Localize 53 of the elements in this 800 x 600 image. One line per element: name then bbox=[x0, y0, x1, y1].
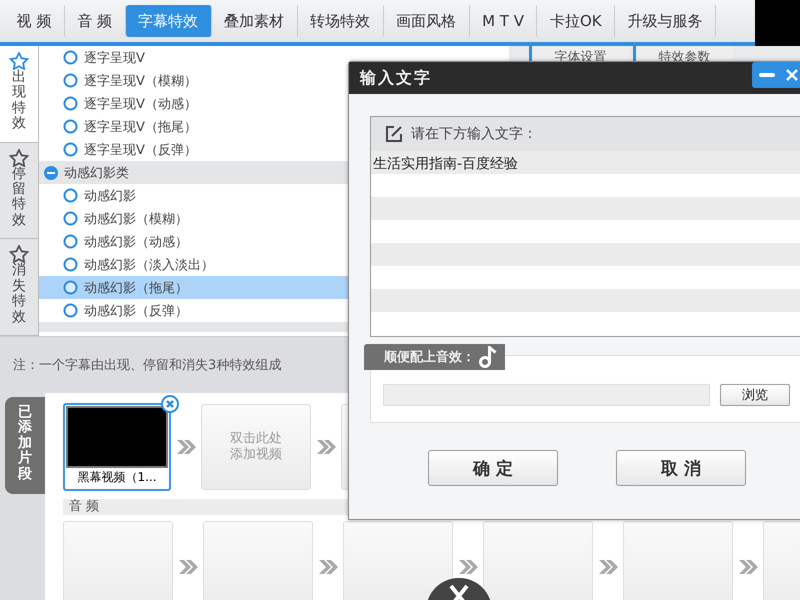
edit-icon bbox=[385, 125, 403, 143]
effect-item[interactable]: 动感幻影（模糊） bbox=[39, 207, 509, 230]
empty-slot[interactable] bbox=[343, 521, 453, 600]
effect-tab[interactable]: 出现特效 bbox=[0, 46, 38, 143]
sound-label: 顺便配上音效： bbox=[384, 348, 475, 366]
sound-file-field[interactable] bbox=[383, 384, 710, 406]
radio-icon bbox=[63, 142, 78, 157]
video-clip[interactable]: 黑幕视频（1... bbox=[63, 403, 171, 491]
radio-icon bbox=[63, 50, 78, 65]
browse-button[interactable]: 浏览 bbox=[720, 384, 790, 406]
chevron-icon bbox=[738, 559, 758, 575]
clips-tab[interactable]: 已添加片段 bbox=[5, 397, 45, 494]
radio-icon bbox=[63, 96, 78, 111]
nav-tab[interactable]: 叠加素材 bbox=[212, 5, 298, 37]
effect-item[interactable]: 动感幻影（动感） bbox=[39, 230, 509, 253]
chevron-icon bbox=[318, 559, 338, 575]
nav-tab[interactable]: 转场特效 bbox=[298, 5, 384, 37]
nav-tab[interactable]: M T V bbox=[470, 5, 538, 37]
effect-item[interactable]: 逐字呈现V bbox=[39, 46, 509, 69]
chevron-icon bbox=[316, 439, 336, 455]
radio-icon bbox=[63, 211, 78, 226]
collapse-icon bbox=[44, 166, 58, 180]
radio-icon bbox=[63, 73, 78, 88]
chevron-icon bbox=[598, 559, 618, 575]
music-note-icon bbox=[479, 346, 497, 368]
nav-tab[interactable]: 画面风格 bbox=[384, 5, 470, 37]
dialog-title: 输入文字 bbox=[360, 68, 432, 88]
prompt-label: 请在下方输入文字： bbox=[411, 125, 537, 143]
star-icon bbox=[9, 148, 29, 167]
effect-item[interactable]: 动感幻影（反弹） bbox=[39, 299, 509, 322]
effect-item[interactable]: 动感幻影（淡入淡出） bbox=[39, 253, 509, 276]
effect-item[interactable]: 动感幻影 bbox=[39, 184, 509, 207]
cancel-button[interactable]: 取 消 bbox=[616, 450, 746, 486]
radio-icon bbox=[63, 303, 78, 318]
radio-icon bbox=[63, 257, 78, 272]
close-icon[interactable] bbox=[161, 395, 179, 413]
minimize-icon[interactable] bbox=[759, 72, 775, 78]
ok-button[interactable]: 确 定 bbox=[428, 450, 558, 486]
radio-icon bbox=[63, 280, 78, 295]
radio-icon bbox=[63, 119, 78, 134]
nav-tab[interactable]: 卡拉OK bbox=[537, 5, 616, 37]
star-icon bbox=[9, 245, 29, 264]
star-icon bbox=[9, 52, 29, 70]
effect-item[interactable]: 逐字呈现V（动感） bbox=[39, 92, 509, 115]
radio-icon bbox=[63, 188, 78, 203]
chevron-icon bbox=[178, 559, 198, 575]
effect-tab[interactable]: 消失特效 bbox=[0, 239, 38, 336]
chevron-icon bbox=[458, 559, 478, 575]
chevron-icon bbox=[176, 439, 196, 455]
nav-tab[interactable]: 视 频 bbox=[4, 5, 65, 37]
effect-tab[interactable]: 停留特效 bbox=[0, 142, 38, 240]
radio-icon bbox=[63, 234, 78, 249]
nav-tab[interactable]: 升级与服务 bbox=[615, 5, 716, 37]
